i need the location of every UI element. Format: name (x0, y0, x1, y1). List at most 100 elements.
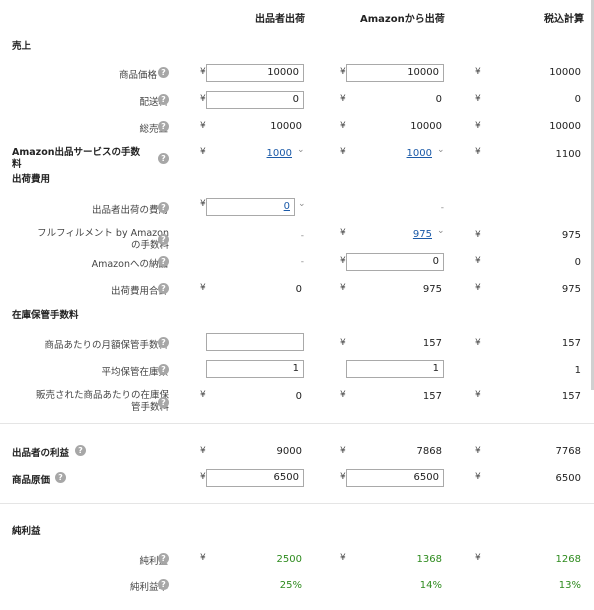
fba-fee-merchant: - (300, 231, 304, 241)
monthly-storage-amazon: 157 (422, 338, 442, 349)
chevron-down-icon[interactable]: ⌄ (298, 199, 306, 209)
seller-profit-tax: 7768 (555, 446, 581, 457)
help-icon[interactable]: ? (75, 445, 86, 456)
chevron-down-icon[interactable]: ⌄ (437, 226, 445, 236)
help-icon[interactable]: ? (158, 153, 169, 164)
yen-symbol: ¥ (340, 283, 346, 293)
label-amazon-fees: Amazon出品サービスの手数 料 (12, 147, 140, 170)
help-icon[interactable]: ? (158, 337, 169, 348)
net-profit-merchant: 2500 (276, 554, 302, 565)
yen-symbol: ¥ (475, 390, 481, 400)
yen-symbol: ¥ (200, 94, 206, 104)
help-icon[interactable]: ? (158, 256, 169, 267)
fba-fee-amazon-link[interactable]: 975 (413, 229, 432, 240)
help-icon[interactable]: ? (158, 579, 169, 590)
yen-symbol: ¥ (340, 553, 346, 563)
yen-symbol: ¥ (475, 283, 481, 293)
help-icon[interactable]: ? (158, 202, 169, 213)
yen-symbol: ¥ (475, 147, 481, 157)
yen-symbol: ¥ (475, 472, 481, 482)
monthly-storage-input-merchant[interactable] (206, 333, 304, 351)
amazon-fee-amazon-link[interactable]: 1000 (407, 148, 432, 159)
help-icon[interactable]: ? (55, 472, 66, 483)
help-icon[interactable]: ? (158, 67, 169, 78)
item-price-input-amazon[interactable]: 10000 (346, 64, 444, 82)
header-tax-included: 税込計算 (544, 14, 584, 25)
section-storage-fees: 在庫保管手数料 (12, 310, 79, 321)
cost-of-goods-input-merchant[interactable]: 6500 (206, 469, 304, 487)
yen-symbol: ¥ (200, 121, 206, 131)
label-seller-profit: 出品者の利益 (12, 448, 70, 459)
yen-symbol: ¥ (340, 256, 346, 266)
help-icon[interactable]: ? (158, 397, 169, 408)
cost-of-goods-tax: 6500 (555, 473, 581, 484)
label-cost-of-goods: 商品原価 (12, 475, 51, 486)
help-icon[interactable]: ? (158, 553, 169, 564)
total-revenue-amazon: 10000 (410, 121, 442, 132)
yen-symbol: ¥ (200, 199, 206, 209)
seller-profit-amazon: 7868 (416, 446, 442, 457)
yen-symbol: ¥ (200, 472, 206, 482)
inbound-merchant: - (300, 257, 304, 267)
yen-symbol: ¥ (340, 147, 346, 157)
label-fba-fee: フルフィルメント by Amazon の手数料 (37, 228, 169, 251)
cost-of-goods-input-amazon[interactable]: 6500 (346, 469, 444, 487)
monthly-storage-tax: 157 (561, 338, 581, 349)
shipping-total-tax: 975 (561, 284, 581, 295)
label-merchant-ship-cost: 出品者出荷の費用 (91, 205, 168, 216)
item-price-input-merchant[interactable]: 10000 (206, 64, 304, 82)
yen-symbol: ¥ (340, 390, 346, 400)
shipping-fee-tax: 0 (574, 94, 581, 105)
yen-symbol: ¥ (475, 94, 481, 104)
net-margin-tax: 13% (558, 580, 581, 591)
section-net-profit: 純利益 (12, 526, 41, 537)
inbound-tax: 0 (574, 257, 581, 268)
storage-per-sold-tax: 157 (561, 391, 581, 402)
help-icon[interactable]: ? (158, 94, 169, 105)
label-item-price: 商品価格 (118, 70, 157, 81)
yen-symbol: ¥ (340, 121, 346, 131)
net-margin-merchant: 25% (279, 580, 302, 591)
chevron-down-icon[interactable]: ⌄ (297, 145, 305, 155)
total-revenue-tax: 10000 (549, 121, 581, 132)
storage-per-sold-merchant: 0 (295, 391, 302, 402)
shipping-total-merchant: 0 (295, 284, 302, 295)
header-merchant-fulfilled: 出品者出荷 (255, 14, 305, 25)
avg-inventory-input-amazon[interactable]: 1 (346, 360, 444, 378)
yen-symbol: ¥ (340, 228, 346, 238)
help-icon[interactable]: ? (158, 121, 169, 132)
seller-profit-merchant: 9000 (276, 446, 302, 457)
header-amazon-fulfilled: Amazonから出荷 (360, 14, 445, 25)
net-margin-amazon: 14% (419, 580, 442, 591)
yen-symbol: ¥ (200, 67, 206, 77)
section-shipping-costs: 出荷費用 (12, 174, 51, 185)
amazon-fee-merchant-link[interactable]: 1000 (267, 148, 292, 159)
item-price-tax: 10000 (549, 67, 581, 78)
yen-symbol: ¥ (200, 390, 206, 400)
help-icon[interactable]: ? (158, 364, 169, 375)
label-inbound: Amazonへの納品 (91, 259, 168, 270)
yen-symbol: ¥ (475, 446, 481, 456)
yen-symbol: ¥ (475, 553, 481, 563)
yen-symbol: ¥ (475, 256, 481, 266)
avg-inventory-tax: 1 (574, 365, 581, 376)
yen-symbol: ¥ (200, 147, 206, 157)
yen-symbol: ¥ (475, 338, 481, 348)
divider (0, 503, 594, 504)
yen-symbol: ¥ (340, 446, 346, 456)
inbound-input-amazon[interactable]: 0 (346, 253, 444, 271)
chevron-down-icon[interactable]: ⌄ (437, 145, 445, 155)
yen-symbol: ¥ (200, 283, 206, 293)
merchant-ship-cost-amazon: - (440, 203, 444, 213)
merchant-ship-cost-input[interactable]: 0 (206, 198, 295, 216)
shipping-total-amazon: 975 (422, 284, 442, 295)
help-icon[interactable]: ? (158, 283, 169, 294)
shipping-fee-input-merchant[interactable]: 0 (206, 91, 304, 109)
avg-inventory-input-merchant[interactable]: 1 (206, 360, 304, 378)
label-monthly-storage: 商品あたりの月額保管手数料 (44, 340, 168, 351)
total-revenue-merchant: 10000 (270, 121, 302, 132)
help-icon[interactable]: ? (158, 234, 169, 245)
storage-per-sold-amazon: 157 (422, 391, 442, 402)
divider (0, 423, 594, 424)
yen-symbol: ¥ (340, 472, 346, 482)
